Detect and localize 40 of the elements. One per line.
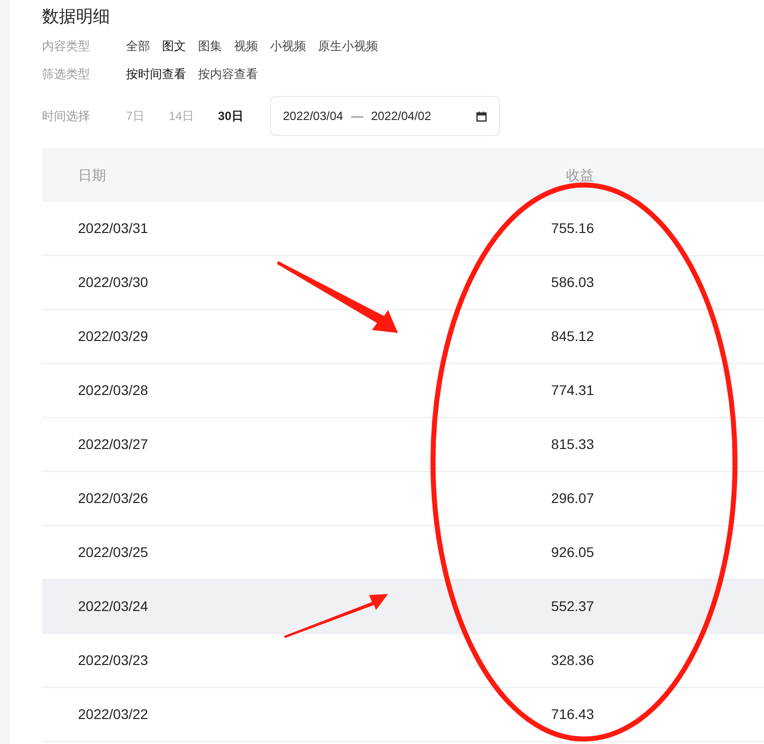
filter-option[interactable]: 原生小视频: [318, 36, 378, 54]
date-cell-text: 2022/03/24: [78, 597, 150, 616]
date-cell-text: 2022/03/25: [78, 543, 150, 562]
value-cell-text: 774.31: [550, 381, 594, 400]
date-cell-text: 2022/03/29: [78, 327, 150, 346]
date-cell-text: 2022/03/26: [78, 489, 150, 508]
date-separator: —: [351, 108, 364, 125]
column-header: 收益: [565, 166, 594, 184]
start-date: 2022/03/04: [283, 108, 344, 125]
value-cell-text: 815.33: [550, 435, 594, 454]
date-cell-text: 2022/03/27: [78, 435, 150, 454]
time-option[interactable]: 30日: [218, 107, 244, 125]
date-cell-text: 2022/03/28: [78, 381, 150, 400]
date-range-field[interactable]: 2022/03/04 — 2022/04/02: [270, 96, 500, 136]
filter-option[interactable]: 图文: [162, 36, 186, 54]
value-cell-text: 926.05: [550, 543, 594, 562]
date-cell-text: 2022/03/23: [78, 651, 150, 670]
calendar-icon[interactable]: [476, 110, 487, 122]
page-title: 数据明细: [42, 6, 110, 28]
value-cell-text: 552.37: [550, 597, 594, 616]
value-cell-text: 845.12: [550, 327, 594, 346]
value-cell-text: 328.36: [550, 651, 594, 670]
filter-option[interactable]: 按时间查看: [126, 64, 186, 82]
date-cell-text: 2022/03/22: [78, 705, 150, 724]
filter-option[interactable]: 小视频: [270, 36, 306, 54]
date-cell-text: 2022/03/30: [78, 273, 150, 292]
filter-option[interactable]: 视频: [234, 36, 258, 54]
filter-option[interactable]: 全部: [126, 36, 150, 54]
filter-label: 筛选类型: [42, 66, 91, 82]
value-cell-text: 296.07: [550, 489, 594, 508]
filter-label: 内容类型: [42, 38, 91, 54]
date-cell-text: 2022/03/31: [78, 219, 150, 238]
value-cell-text: 716.43: [550, 705, 594, 724]
column-header: 日期: [78, 166, 107, 184]
end-date: 2022/04/02: [371, 108, 432, 125]
filter-option[interactable]: 图集: [198, 36, 222, 54]
filter-label: 时间选择: [42, 108, 91, 125]
value-cell-text: 755.16: [550, 219, 594, 238]
filter-option[interactable]: 按内容查看: [198, 64, 258, 82]
value-cell-text: 586.03: [550, 273, 594, 292]
